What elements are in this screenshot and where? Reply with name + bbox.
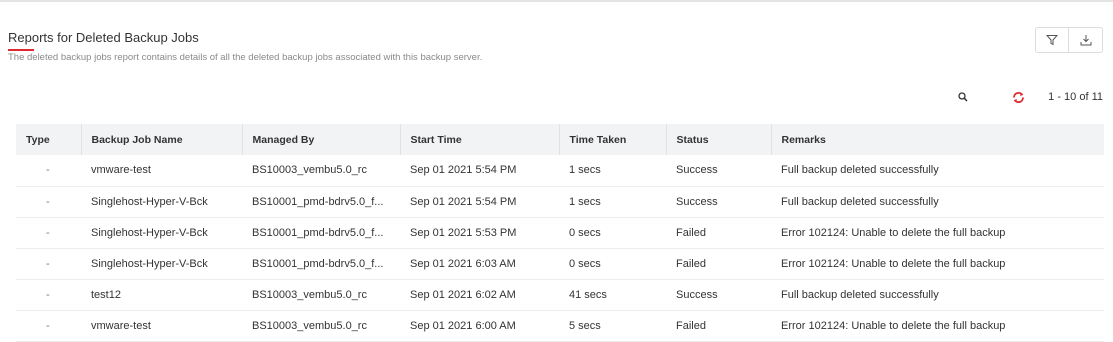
table-row[interactable]: - Singlehost-Hyper-V-Bck BS10001_pmd-bdr… [16, 186, 1104, 217]
top-divider [0, 0, 1113, 2]
cell-start-time: Sep 01 2021 6:02 AM [410, 288, 516, 301]
cell-status: Failed [676, 257, 706, 270]
table-row[interactable]: - vmware-test BS10003_vembu5.0_rc Sep 01… [16, 155, 1104, 186]
filter-icon [1046, 35, 1058, 46]
cell-job-name: test12 [91, 288, 121, 301]
cell-job-name: vmware-test [91, 164, 151, 177]
cell-remarks: Error 102124: Unable to delete the full … [781, 226, 1006, 239]
cell-managed-by: BS10003_vembu5.0_rc [252, 319, 367, 332]
cell-time-taken: 41 secs [569, 288, 607, 301]
cell-type: - [46, 164, 50, 177]
cell-managed-by: BS10001_pmd-bdrv5.0_f... [252, 226, 384, 239]
filter-button[interactable] [1035, 27, 1069, 53]
cell-type: - [46, 226, 50, 239]
search-icon[interactable] [958, 92, 968, 102]
table-header-row: Type Backup Job Name Managed By Start Ti… [16, 124, 1104, 155]
download-button[interactable] [1069, 27, 1103, 53]
report-header: Reports for Deleted Backup Jobs The dele… [8, 30, 482, 64]
download-icon [1080, 35, 1091, 46]
cell-managed-by: BS10001_pmd-bdrv5.0_f... [252, 257, 384, 270]
cell-type: - [46, 288, 50, 301]
column-header-remarks[interactable]: Remarks [771, 124, 1104, 155]
cell-start-time: Sep 01 2021 5:54 PM [410, 195, 517, 208]
cell-start-time: Sep 01 2021 5:54 PM [410, 164, 517, 177]
cell-time-taken: 1 secs [569, 164, 601, 177]
refresh-icon[interactable] [1012, 91, 1025, 104]
column-header-job-name[interactable]: Backup Job Name [81, 124, 243, 155]
cell-job-name: vmware-test [91, 319, 151, 332]
page-subtitle: The deleted backup jobs report contains … [8, 52, 483, 63]
table-toolbar: 1 - 10 of 11 [958, 87, 1103, 107]
page-title: Reports for Deleted Backup Jobs [8, 30, 199, 45]
table-row[interactable]: - Singlehost-Hyper-V-Bck BS10001_pmd-bdr… [16, 248, 1104, 279]
cell-status: Success [676, 164, 718, 177]
cell-status: Success [676, 288, 718, 301]
cell-start-time: Sep 01 2021 6:00 AM [410, 319, 516, 332]
column-header-status[interactable]: Status [666, 124, 772, 155]
table-row[interactable]: - Singlehost-Hyper-V-Bck BS10001_pmd-bdr… [16, 217, 1104, 248]
column-header-type[interactable]: Type [16, 124, 82, 155]
cell-managed-by: BS10001_pmd-bdrv5.0_f... [252, 195, 384, 208]
cell-remarks: Error 102124: Unable to delete the full … [781, 257, 1006, 270]
cell-managed-by: BS10003_vembu5.0_rc [252, 164, 367, 177]
cell-job-name: Singlehost-Hyper-V-Bck [91, 226, 208, 239]
pagination-info: 1 - 10 of 11 [1048, 91, 1103, 103]
deleted-jobs-table: Type Backup Job Name Managed By Start Ti… [16, 124, 1104, 342]
cell-start-time: Sep 01 2021 5:53 PM [410, 226, 517, 239]
cell-type: - [46, 257, 50, 270]
cell-time-taken: 0 secs [569, 226, 601, 239]
cell-remarks: Full backup deleted successfully [781, 288, 939, 301]
cell-status: Success [676, 195, 718, 208]
cell-remarks: Error 102124: Unable to delete the full … [781, 319, 1006, 332]
table-row[interactable]: - vmware-test BS10003_vembu5.0_rc Sep 01… [16, 310, 1104, 341]
header-actions [1035, 27, 1103, 53]
column-header-managed-by[interactable]: Managed By [242, 124, 401, 155]
cell-time-taken: 1 secs [569, 195, 601, 208]
column-header-start-time[interactable]: Start Time [400, 124, 560, 155]
cell-job-name: Singlehost-Hyper-V-Bck [91, 257, 208, 270]
cell-status: Failed [676, 319, 706, 332]
title-underline [8, 49, 34, 51]
cell-start-time: Sep 01 2021 6:03 AM [410, 257, 516, 270]
cell-type: - [46, 195, 50, 208]
column-header-time-taken[interactable]: Time Taken [559, 124, 667, 155]
cell-time-taken: 5 secs [569, 319, 601, 332]
cell-managed-by: BS10003_vembu5.0_rc [252, 288, 367, 301]
cell-time-taken: 0 secs [569, 257, 601, 270]
cell-job-name: Singlehost-Hyper-V-Bck [91, 195, 208, 208]
cell-remarks: Full backup deleted successfully [781, 164, 939, 177]
cell-type: - [46, 319, 50, 332]
cell-remarks: Full backup deleted successfully [781, 195, 939, 208]
cell-status: Failed [676, 226, 706, 239]
table-row[interactable]: - test12 BS10003_vembu5.0_rc Sep 01 2021… [16, 279, 1104, 310]
